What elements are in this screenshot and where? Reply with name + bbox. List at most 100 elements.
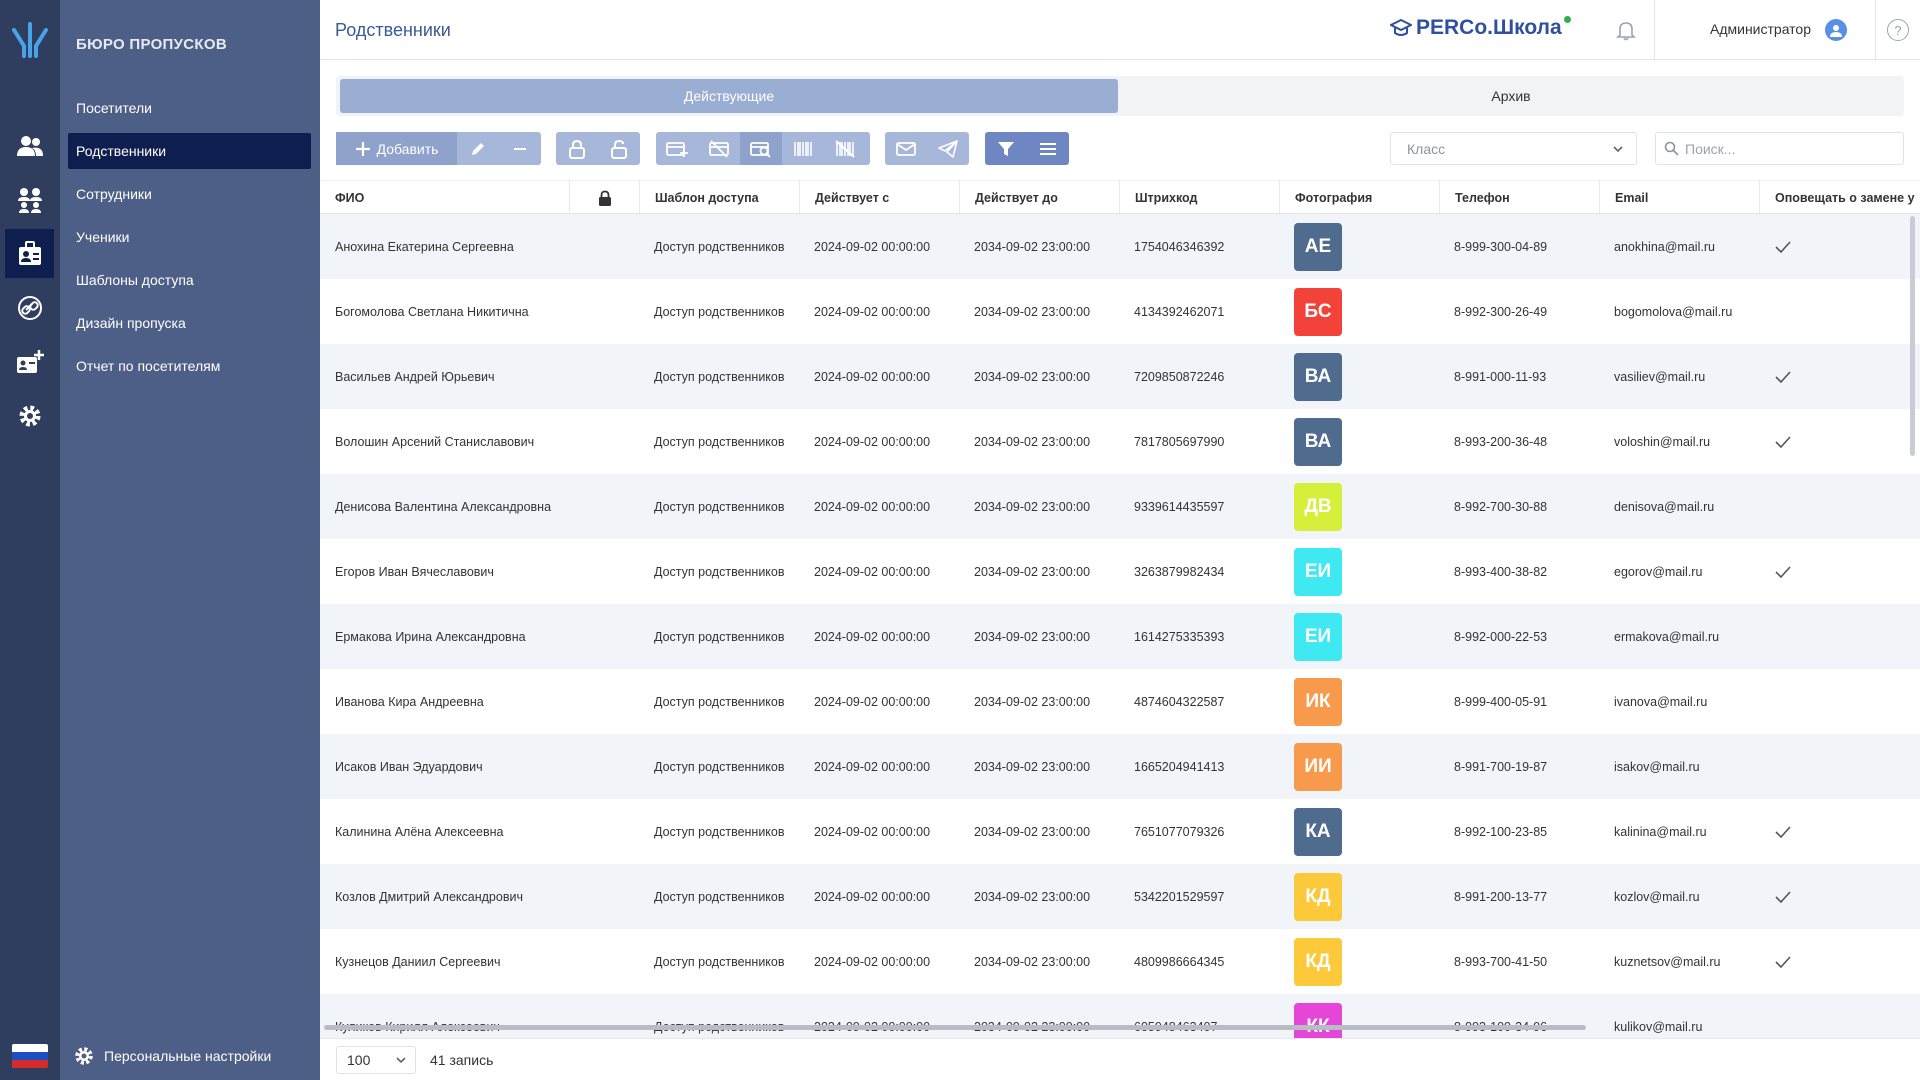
sidebar-item-students[interactable]: Ученики <box>68 219 311 255</box>
cell-valid-to: 2034-09-02 23:00:00 <box>974 239 1091 254</box>
sidebar-item-employees[interactable]: Сотрудники <box>68 176 311 212</box>
column-header-barcode[interactable]: Штрихкод <box>1119 181 1279 215</box>
cell-barcode: 4809986664345 <box>1134 954 1225 969</box>
status-tabs: Действующие Архив <box>336 76 1904 116</box>
page-size-value: 100 <box>347 1052 371 1068</box>
revoke-card-button[interactable] <box>698 132 740 165</box>
view-group <box>985 132 1069 165</box>
section-title: БЮРО ПРОПУСКОВ <box>76 36 227 53</box>
app-logo-icon <box>12 22 48 58</box>
table-row[interactable]: Исаков Иван Эдуардович Доступ родственник… <box>320 734 1920 799</box>
cell-phone: 8-993-100-34-96 <box>1439 994 1599 1038</box>
class-select-value: Класс <box>1407 140 1446 157</box>
remove-barcode-button[interactable] <box>824 132 866 165</box>
filter-button[interactable] <box>985 132 1027 165</box>
table-row[interactable]: Анохина Екатерина Сергеевна Доступ родств… <box>320 214 1920 279</box>
column-header-name[interactable]: ФИО <box>320 181 569 215</box>
cell-valid-to: 2034-09-02 23:00:00 <box>974 824 1091 839</box>
class-select[interactable]: Класс <box>1390 132 1637 165</box>
block-button[interactable] <box>556 132 598 165</box>
table-row[interactable]: Иванова Кира Андреевна Доступ родственник… <box>320 669 1920 734</box>
table-row[interactable]: Васильев Андрей Юрьевич Доступ родственни… <box>320 344 1920 409</box>
sidebar-item-visitors[interactable]: Посетители <box>68 90 311 126</box>
table-row[interactable]: Ермакова Ирина Александровна Доступ родст… <box>320 604 1920 669</box>
sidebar-item-pass-design[interactable]: Дизайн пропуска <box>68 305 311 341</box>
cell-phone: 8-992-100-23-85 <box>1454 824 1548 839</box>
table-row[interactable]: Егоров Иван Вячеславович Доступ родственн… <box>320 539 1920 604</box>
sidebar-item-access-templates[interactable]: Шаблоны доступа <box>68 262 311 298</box>
delete-button[interactable] <box>499 132 541 165</box>
brand-logo: PERCo.Школа <box>1390 16 1571 40</box>
column-header-photo[interactable]: Фотография <box>1279 181 1439 215</box>
table-row[interactable]: Калинина Алёна Алексеевна Доступ родствен… <box>320 799 1920 864</box>
cell-notify <box>1759 929 1920 994</box>
add-button[interactable]: Добавить <box>336 132 457 165</box>
check-icon <box>1775 565 1791 578</box>
cell-valid-from: 2024-09-02 00:00:00 <box>814 629 931 644</box>
issue-card-button[interactable] <box>656 132 698 165</box>
cell-phone: 8-993-200-36-48 <box>1454 434 1548 449</box>
brand-name: PERCo.Школа <box>1416 16 1562 39</box>
cell-phone: 8-991-200-13-77 <box>1454 889 1548 904</box>
bell-icon[interactable] <box>1615 19 1637 41</box>
cell-phone: 8-993-700-41-50 <box>1454 954 1548 969</box>
table-row[interactable]: Волошин Арсений Станиславович Доступ родс… <box>320 409 1920 474</box>
card-search-icon <box>750 141 771 158</box>
link-nav-icon[interactable] <box>5 283 54 332</box>
lock-icon <box>569 139 585 159</box>
card-off-icon <box>709 139 729 158</box>
column-header-valid-from[interactable]: Действует с <box>799 181 959 215</box>
bureau-nav-icon[interactable] <box>5 229 54 278</box>
cell-barcode: 9339614435597 <box>1134 499 1225 514</box>
search-field[interactable] <box>1655 132 1904 165</box>
personal-settings-link[interactable]: Персональные настройки <box>74 1046 271 1066</box>
telegram-button[interactable] <box>927 132 969 165</box>
tab-archive[interactable]: Архив <box>1122 79 1900 113</box>
barcode-button[interactable] <box>782 132 824 165</box>
cell-name: Козлов Дмитрий Александрович <box>335 889 523 904</box>
tab-active[interactable]: Действующие <box>340 79 1118 113</box>
search-input[interactable] <box>1685 140 1885 157</box>
sidebar-item-visitor-report[interactable]: Отчет по посетителям <box>68 348 311 384</box>
table-row[interactable]: Козлов Дмитрий Александрович Доступ родст… <box>320 864 1920 929</box>
cell-barcode: 4134392462071 <box>1134 304 1225 319</box>
cell-phone: 8-991-000-11-93 <box>1454 369 1547 384</box>
relatives-nav-icon[interactable] <box>5 175 54 224</box>
email-button[interactable] <box>885 132 927 165</box>
table-row[interactable]: Кузнецов Даниил Сергеевич Доступ родствен… <box>320 929 1920 994</box>
add-badge-nav-icon[interactable] <box>5 337 54 386</box>
column-header-notify[interactable]: Оповещать о замене у <box>1759 181 1920 215</box>
horizontal-scrollbar[interactable] <box>324 1025 1586 1030</box>
cell-phone: 8-992-700-30-88 <box>1454 499 1548 514</box>
page-size-select[interactable]: 100 <box>336 1046 416 1074</box>
help-icon[interactable]: ? <box>1887 19 1909 41</box>
table-row[interactable]: Куликов Кирилл Алексеевич Доступ родствен… <box>320 994 1920 1038</box>
section-sidebar: БЮРО ПРОПУСКОВ Посетители Родственники С… <box>60 0 320 1080</box>
vertical-scrollbar[interactable] <box>1910 216 1915 456</box>
cell-template: Доступ родственников <box>654 369 785 384</box>
column-header-template[interactable]: Шаблон доступа <box>639 181 799 215</box>
photo-placeholder: ИИ <box>1294 742 1342 791</box>
cell-notify <box>1759 474 1920 539</box>
column-header-phone[interactable]: Телефон <box>1439 181 1599 215</box>
edit-group <box>457 132 541 165</box>
cell-photo: ЕИ <box>1279 604 1439 669</box>
find-card-button[interactable] <box>740 132 782 165</box>
columns-menu-button[interactable] <box>1027 132 1069 165</box>
column-header-valid-to[interactable]: Действует до <box>959 181 1119 215</box>
column-header-email[interactable]: Email <box>1599 181 1759 215</box>
edit-button[interactable] <box>457 132 499 165</box>
cell-valid-to: 2034-09-02 23:00:00 <box>974 889 1091 904</box>
language-flag-icon[interactable] <box>12 1044 48 1068</box>
table-row[interactable]: Богомолова Светлана Никитична Доступ родс… <box>320 279 1920 344</box>
user-name[interactable]: Администратор <box>1710 21 1811 37</box>
user-avatar-icon[interactable] <box>1825 19 1847 41</box>
table-row[interactable]: Денисова Валентина Александровна Доступ р… <box>320 474 1920 539</box>
cell-phone: 8-999-300-04-89 <box>1454 239 1548 254</box>
settings-nav-icon[interactable] <box>5 391 54 440</box>
column-header-lock[interactable] <box>569 181 639 215</box>
visitors-nav-icon[interactable] <box>5 121 54 170</box>
add-button-label: Добавить <box>376 140 439 157</box>
unblock-button[interactable] <box>598 132 640 165</box>
sidebar-item-relatives[interactable]: Родственники <box>68 133 311 169</box>
